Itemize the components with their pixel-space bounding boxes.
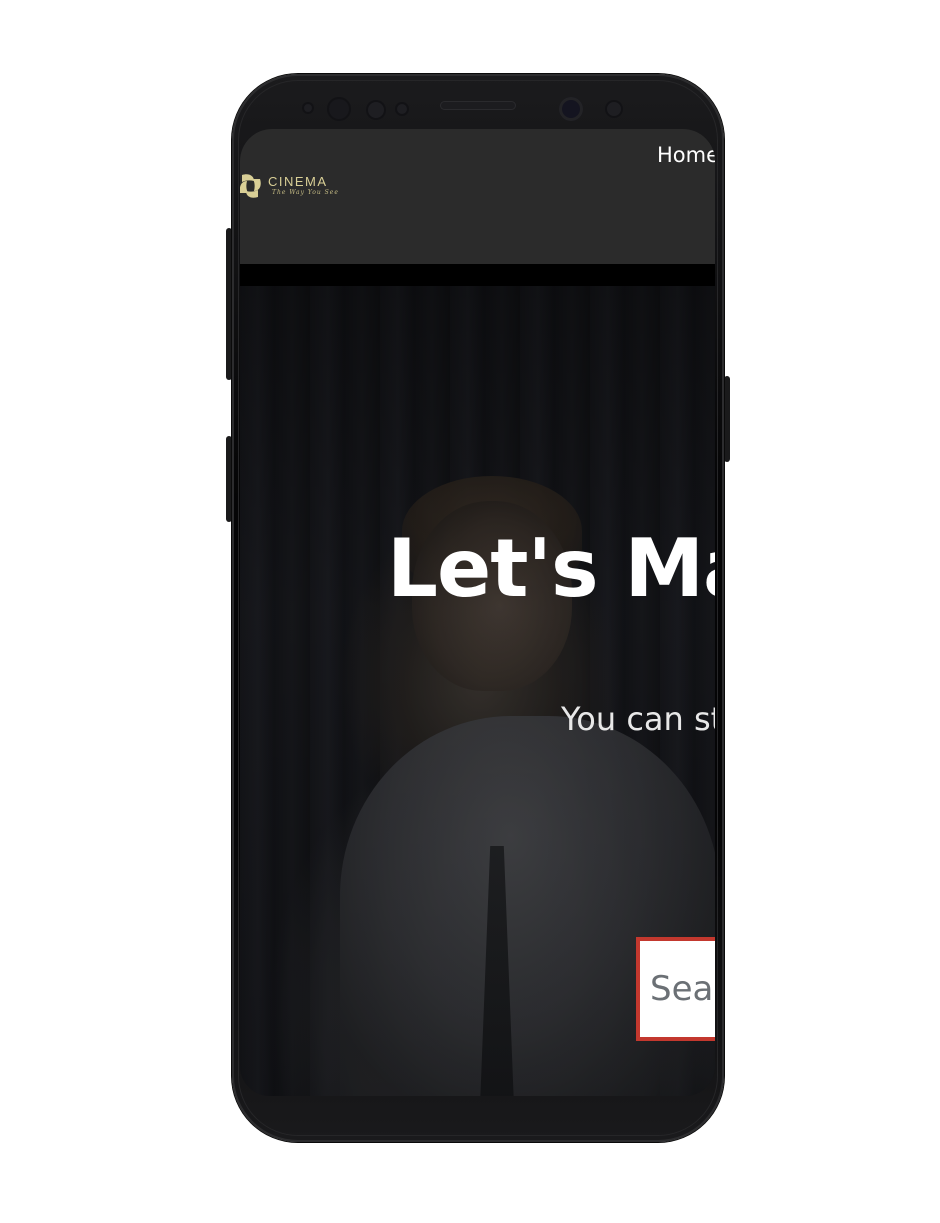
site-header: CINEMA The Way You See Home <box>240 129 715 264</box>
logo-name: CINEMA <box>268 174 328 189</box>
iris-sensor-icon <box>327 97 351 121</box>
led-indicator-icon <box>395 102 409 116</box>
hero-subtitle: You can sti <box>561 700 715 738</box>
earpiece-speaker <box>440 101 516 110</box>
logo-text: CINEMA The Way You See <box>268 175 339 197</box>
proximity-sensor-icon <box>302 102 314 114</box>
logo-tagline: The Way You See <box>272 189 339 196</box>
cinema-logo-icon <box>240 174 261 198</box>
nav-home-link[interactable]: Home <box>657 142 715 168</box>
search-input[interactable] <box>636 937 715 1041</box>
hero-title: Let's Mal <box>387 522 715 615</box>
front-camera-icon <box>559 97 583 121</box>
light-sensor-icon <box>366 100 386 120</box>
site-logo[interactable]: CINEMA The Way You See <box>240 169 339 203</box>
header-divider <box>240 264 715 286</box>
page: CINEMA The Way You See Home Let's Mal Yo… <box>0 0 940 1223</box>
hero-section: Let's Mal You can sti <box>240 286 715 1096</box>
power-side-button <box>724 376 730 462</box>
iris-camera-icon <box>605 100 623 118</box>
phone-screen: CINEMA The Way You See Home Let's Mal Yo… <box>240 129 715 1096</box>
